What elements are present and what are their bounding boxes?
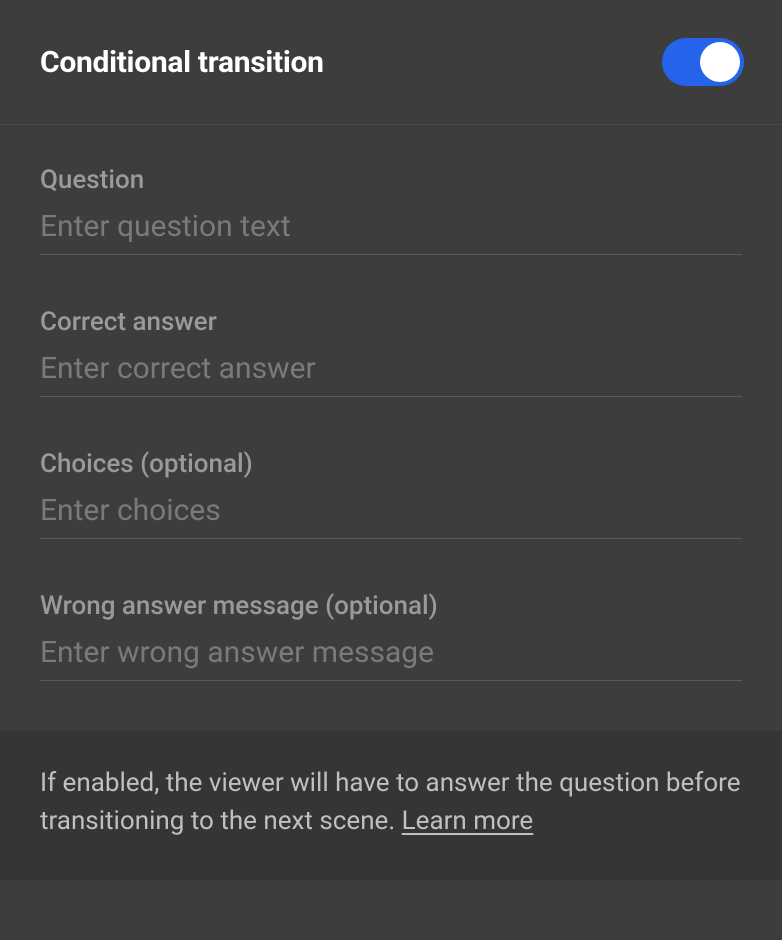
question-input[interactable] xyxy=(40,203,742,255)
choices-label: Choices (optional) xyxy=(40,449,742,479)
footer: If enabled, the viewer will have to answ… xyxy=(0,731,782,880)
choices-field: Choices (optional) xyxy=(40,449,742,539)
correct-answer-input[interactable] xyxy=(40,345,742,397)
question-label: Question xyxy=(40,165,742,195)
wrong-answer-message-input[interactable] xyxy=(40,629,742,681)
wrong-answer-message-field: Wrong answer message (optional) xyxy=(40,591,742,681)
wrong-answer-message-label: Wrong answer message (optional) xyxy=(40,591,742,621)
header: Conditional transition xyxy=(0,0,782,125)
toggle-knob xyxy=(700,42,740,82)
correct-answer-label: Correct answer xyxy=(40,307,742,337)
learn-more-link[interactable]: Learn more xyxy=(402,806,534,836)
form-section: Question Correct answer Choices (optiona… xyxy=(0,125,782,731)
correct-answer-field: Correct answer xyxy=(40,307,742,397)
panel-title: Conditional transition xyxy=(40,45,324,80)
question-field: Question xyxy=(40,165,742,255)
footer-description: If enabled, the viewer will have to answ… xyxy=(40,768,741,836)
choices-input[interactable] xyxy=(40,487,742,539)
conditional-transition-toggle[interactable] xyxy=(662,38,744,86)
footer-description-container: If enabled, the viewer will have to answ… xyxy=(40,765,742,840)
